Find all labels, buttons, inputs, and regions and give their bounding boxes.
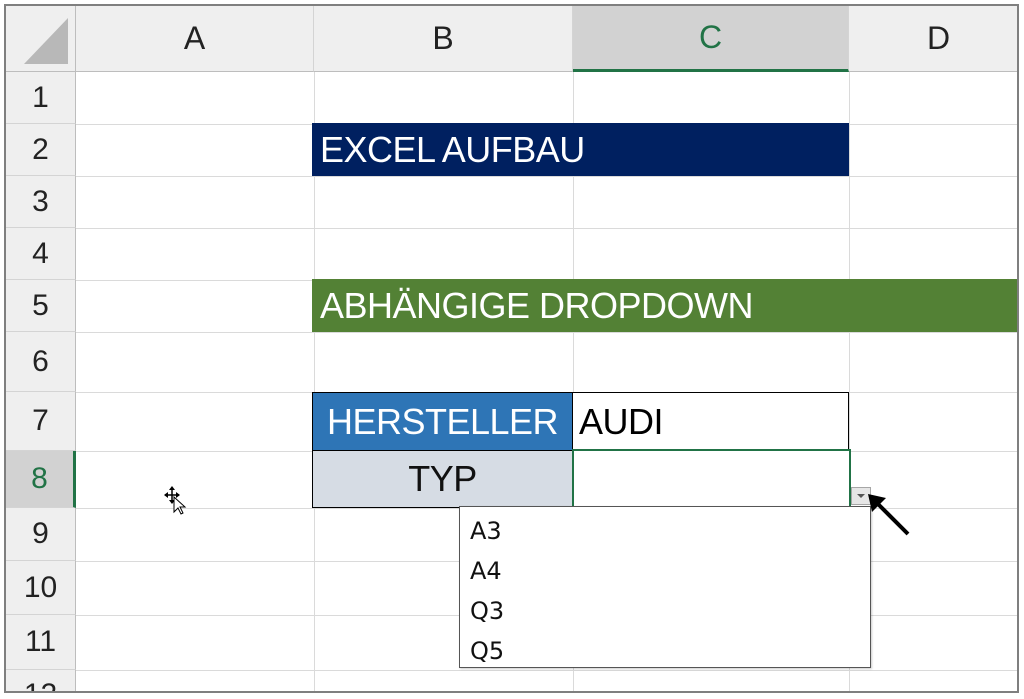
- dropdown-option-q5[interactable]: Q5: [470, 637, 504, 665]
- dropdown-option-q3[interactable]: Q3: [470, 597, 504, 625]
- column-header-a[interactable]: A: [76, 6, 314, 72]
- row-header-2[interactable]: 2: [6, 124, 76, 176]
- row-header-4[interactable]: 4: [6, 228, 76, 280]
- hersteller-label-cell[interactable]: HERSTELLER: [312, 392, 573, 451]
- gridline: [76, 332, 1017, 333]
- row-header-8[interactable]: 8: [6, 451, 76, 508]
- dropdown-option-a4[interactable]: A4: [470, 557, 502, 585]
- row-header-9[interactable]: 9: [6, 508, 76, 561]
- row-header-12[interactable]: 12: [6, 670, 76, 691]
- row-header-6[interactable]: 6: [6, 332, 76, 392]
- arrow-cursor-icon: [868, 494, 910, 536]
- subtitle-banner[interactable]: ABHÄNGIGE DROPDOWN: [312, 279, 1017, 332]
- select-all-corner[interactable]: [6, 6, 76, 72]
- row-header-7[interactable]: 7: [6, 392, 76, 451]
- gridline: [76, 176, 1017, 177]
- typ-value-cell[interactable]: [572, 449, 851, 509]
- select-all-triangle-icon: [24, 18, 68, 64]
- title-banner[interactable]: EXCEL AUFBAU: [312, 123, 849, 176]
- row-header-11[interactable]: 11: [6, 615, 76, 670]
- dropdown-option-a3[interactable]: A3: [470, 517, 502, 545]
- column-header-d[interactable]: D: [849, 6, 1017, 72]
- row-header-10[interactable]: 10: [6, 561, 76, 615]
- row-header-5[interactable]: 5: [6, 280, 76, 332]
- row-header-3[interactable]: 3: [6, 176, 76, 228]
- move-cursor-icon: [164, 486, 187, 515]
- gridline: [76, 228, 1017, 229]
- dropdown-list[interactable]: A3 A4 Q3 Q5: [459, 506, 871, 668]
- typ-label-cell[interactable]: TYP: [312, 451, 573, 508]
- row-header-1[interactable]: 1: [6, 72, 76, 124]
- column-header-c[interactable]: C: [573, 6, 849, 72]
- column-header-b[interactable]: B: [314, 6, 573, 72]
- spreadsheet[interactable]: A B C D 1 2 3 4 5 6 7 8 9 10 11 12 EXCEL…: [4, 4, 1019, 693]
- gridline: [76, 670, 1017, 671]
- hersteller-value-cell[interactable]: AUDI: [573, 392, 849, 451]
